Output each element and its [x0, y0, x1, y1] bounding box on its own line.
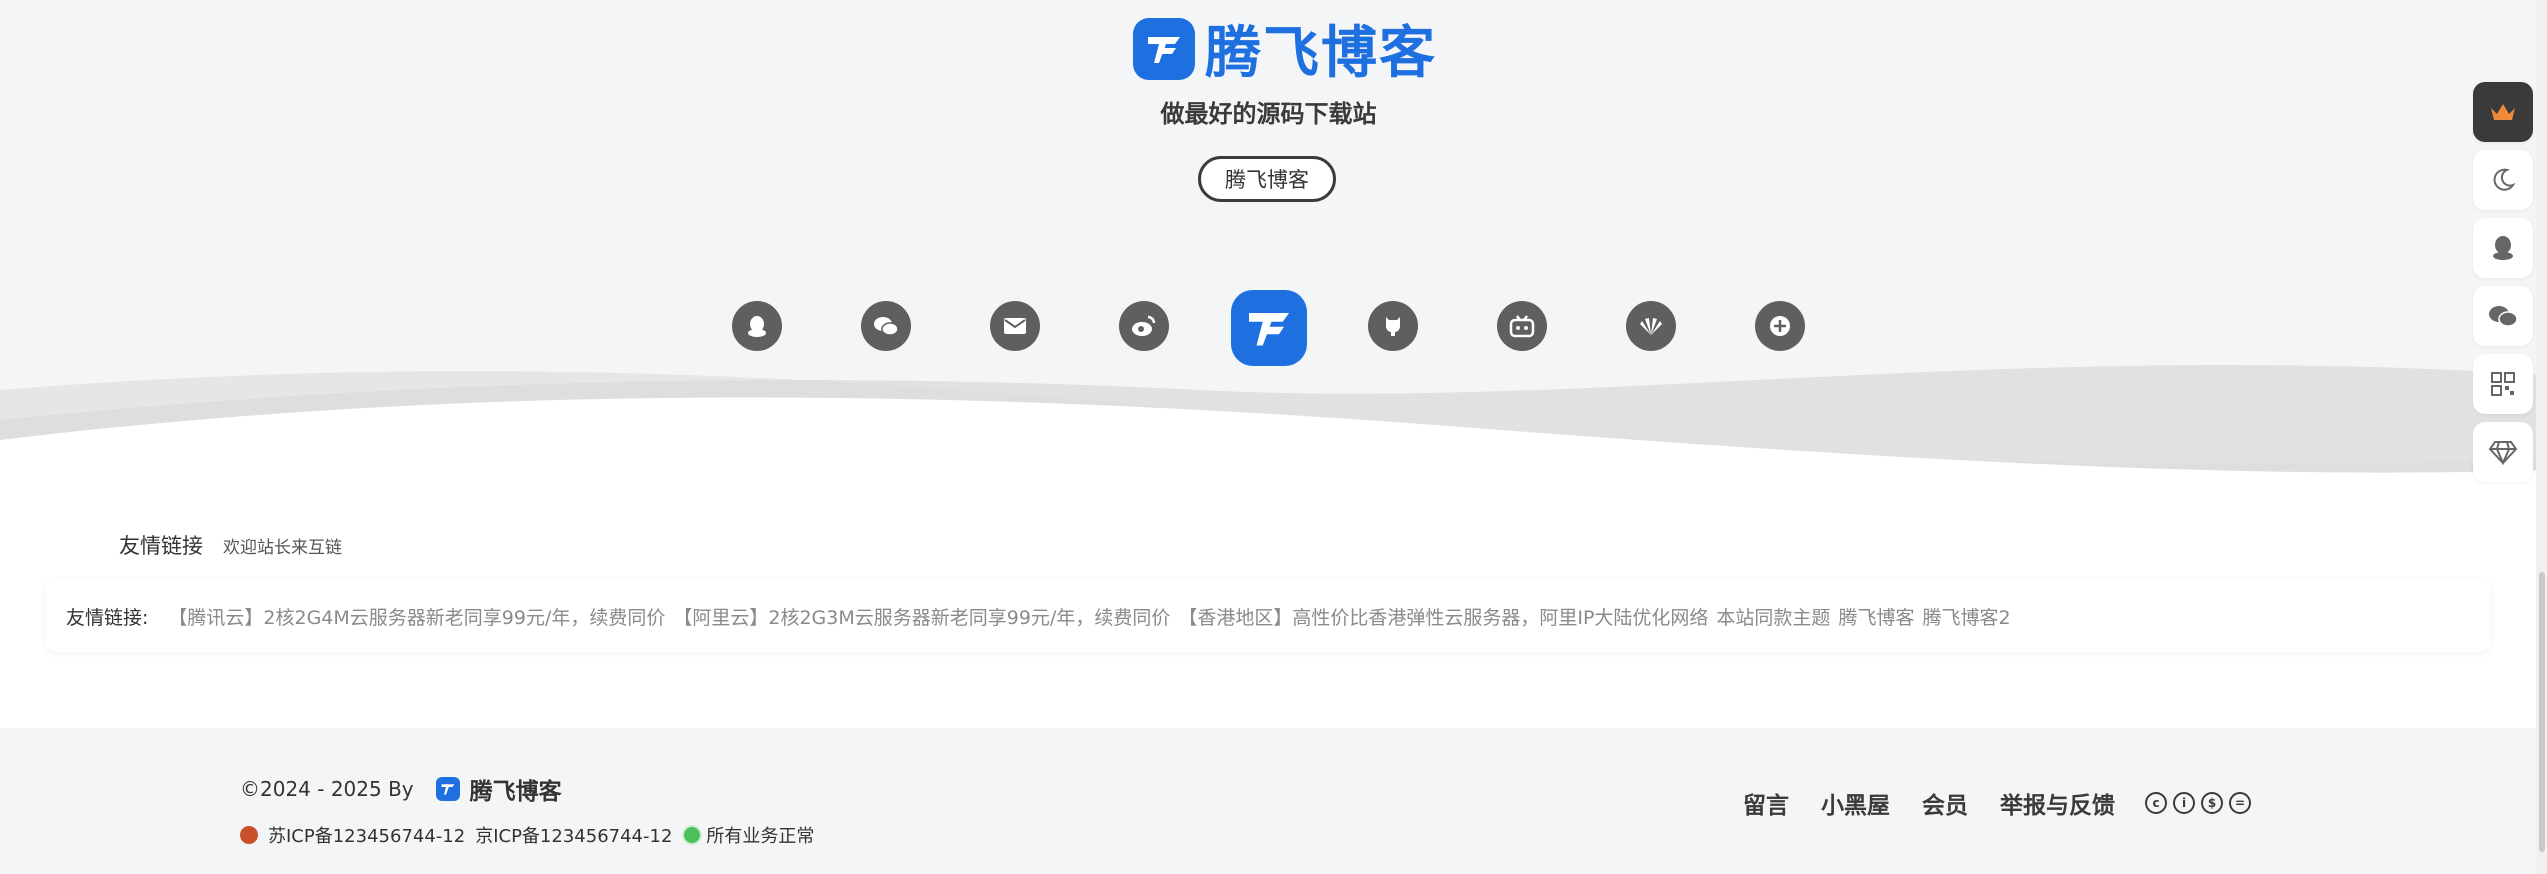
icp-row: 苏ICP备123456744-12 京ICP备123456744-12 所有业务… — [240, 822, 814, 848]
huawei-icon[interactable] — [1626, 301, 1676, 351]
weibo-icon[interactable] — [1119, 301, 1169, 351]
site-logo[interactable]: 腾飞博客 — [1133, 8, 1437, 89]
friend-links-card: 友情链接: 【腾讯云】2核2G4M云服务器新老同享99元/年，续费同价 【阿里云… — [46, 580, 2490, 652]
mail-icon[interactable] — [990, 301, 1040, 351]
friend-link[interactable]: 腾飞博客 — [1838, 603, 1914, 630]
blog-button[interactable]: 腾飞博客 — [1198, 156, 1336, 202]
footer-logo-icon[interactable] — [435, 777, 460, 801]
tagline: 做最好的源码下载站 — [1160, 100, 1377, 128]
site-logo-icon[interactable] — [1231, 290, 1307, 366]
by-icon: i — [2173, 792, 2195, 814]
footer-nav-report[interactable]: 举报与反馈 — [2000, 786, 2115, 820]
friend-links-title: 友情链接 — [119, 534, 203, 558]
footer-nav: 留言 小黑屋 会员 举报与反馈 c i $ = — [1743, 786, 2251, 820]
social-links — [0, 290, 2547, 366]
nd-icon: = — [2229, 792, 2251, 814]
icp-link-su[interactable]: 苏ICP备123456744-12 — [268, 822, 465, 848]
status-link[interactable]: 所有业务正常 — [706, 822, 814, 848]
friend-links-subtitle: 欢迎站长来互链 — [223, 538, 342, 558]
cc-icon: c — [2145, 792, 2167, 814]
footer-nav-blackroom[interactable]: 小黑屋 — [1821, 786, 1890, 820]
icp-link-jing[interactable]: 京ICP备123456744-12 — [475, 822, 672, 848]
footer-brand[interactable]: 腾飞博客 — [470, 772, 562, 806]
logo-mark-icon — [1133, 17, 1195, 80]
diamond-icon[interactable] — [2473, 422, 2533, 482]
qrcode-icon[interactable] — [2473, 354, 2533, 414]
friend-link[interactable]: 【腾讯云】2核2G4M云服务器新老同享99元/年，续费同价 — [168, 603, 665, 630]
copyright-row: ©2024 - 2025 By 腾飞博客 — [240, 772, 562, 806]
footer-nav-message[interactable]: 留言 — [1743, 786, 1789, 820]
friend-link[interactable]: 本站同款主题 — [1716, 603, 1830, 630]
friend-link[interactable]: 腾飞博客2 — [1922, 603, 2010, 630]
github-icon[interactable] — [1368, 301, 1418, 351]
copyright-text: ©2024 - 2025 By — [240, 777, 414, 801]
logo-text: 腾飞博客 — [1205, 21, 1437, 86]
friend-link[interactable]: 【阿里云】2核2G3M云服务器新老同享99元/年，续费同价 — [673, 603, 1170, 630]
nc-icon: $ — [2201, 792, 2223, 814]
friend-links-label: 友情链接: — [66, 606, 149, 629]
status-dot-icon — [682, 825, 703, 845]
cc-license[interactable]: c i $ = — [2145, 792, 2251, 814]
wechat-icon[interactable] — [2473, 286, 2533, 346]
friend-links-header: 友情链接 欢迎站长来互链 — [119, 530, 342, 560]
scrollbar-thumb[interactable] — [2539, 572, 2545, 852]
page: 腾飞博客 做最好的源码下载站 腾飞博客 友情链接 欢迎站长来互链 友情链接: 【… — [0, 0, 2547, 874]
qq-icon[interactable] — [2473, 218, 2533, 278]
plus-icon[interactable] — [1755, 301, 1805, 351]
footer-nav-member[interactable]: 会员 — [1922, 786, 1968, 820]
police-badge-icon — [240, 826, 258, 844]
wechat-icon[interactable] — [861, 301, 911, 351]
crown-icon[interactable] — [2473, 82, 2533, 142]
qq-icon[interactable] — [732, 301, 782, 351]
moon-icon[interactable] — [2473, 150, 2533, 210]
float-toolbar — [2473, 82, 2533, 490]
wave-decoration — [0, 365, 2547, 500]
friend-link[interactable]: 【香港地区】高性价比香港弹性云服务器，阿里IP大陆优化网络 — [1178, 603, 1708, 630]
bilibili-icon[interactable] — [1497, 301, 1547, 351]
